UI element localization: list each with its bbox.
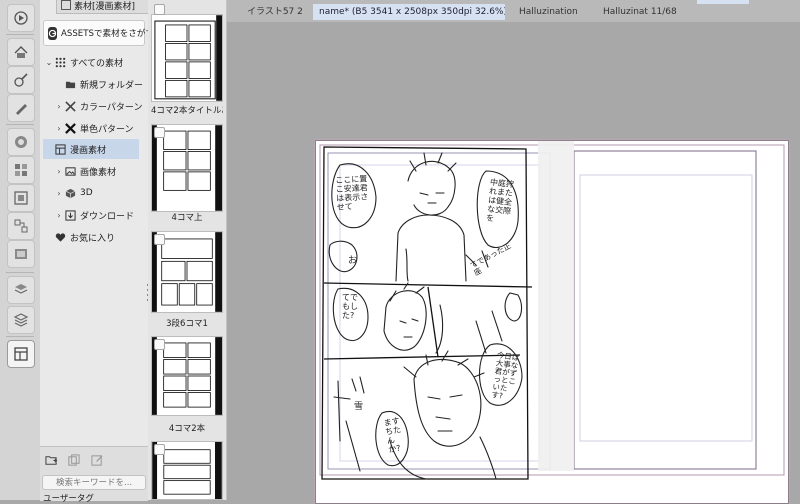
chevron-right-icon[interactable]: › [54,211,64,220]
tab-highlight [697,0,749,4]
tree-node-image-material[interactable]: › 画像素材 [54,161,148,181]
chevron-right-icon[interactable]: › [54,167,64,176]
thumbnail-label: 4コマ2本 [168,424,206,434]
thumbnail-checkbox[interactable] [154,127,165,138]
layer-property-icon[interactable] [7,276,35,304]
brush-settings-icon[interactable] [7,66,35,94]
assets-button-label: ASSETSで素材をさがす [61,29,155,39]
tree-node-new-folder[interactable]: 新規フォルダー [54,74,148,94]
user-tag-label: ユーザータグ [43,494,94,504]
color-circle-icon[interactable] [7,128,35,156]
layer-icon[interactable] [7,306,35,334]
tree-node-label: 漫画素材 [70,145,107,156]
material-tree-panel: 素材[漫画素材] ASSETSで素材をさがす ⌄ すべての素材 新規フォルダー … [40,0,176,504]
speech-balloon-text: ここに置こ安達君は表示させて [335,174,369,212]
speech-balloon-text: 中庭狩れまたは健全な交際を [485,177,515,224]
edit-icon[interactable] [90,453,104,467]
speech-balloon-text: てでもした? [342,293,358,320]
color-set-icon[interactable] [7,156,35,184]
chevron-right-icon[interactable]: › [54,189,64,198]
thumbnail-checkbox[interactable] [154,444,165,455]
tree-node-mono-pattern[interactable]: › 単色パターン [54,118,148,138]
copy-folder-icon[interactable] [66,453,80,467]
tree-node-3d[interactable]: › 3D [54,183,148,203]
tree-bottom-bar: 検索キーワードを... ユーザータグ [40,446,148,504]
heart-icon [54,231,67,244]
material-tab-icon [61,0,71,10]
chevron-right-icon[interactable]: › [54,124,64,133]
color-history-icon[interactable] [7,240,35,268]
document-tab-bar: イラスト57 2 name* (B5 3541 x 2508px 350dpi … [227,0,800,23]
assets-logo-icon [48,26,57,40]
keyword-search-input[interactable]: 検索キーワードを... [42,475,146,490]
manga-page-canvas[interactable]: ここに置こ安達君は表示させて 中庭狩れまたは健全な交際を てであった正座 てでも… [315,140,789,504]
palette-icon[interactable] [7,38,35,66]
tree-node-label: 新規フォルダー [80,80,144,91]
color-pattern-icon [64,100,77,113]
pen-tool-icon[interactable] [7,94,35,122]
navigator-icon[interactable] [7,4,35,32]
tree-node-label: お気に入り [70,233,116,244]
tab-name-document[interactable]: name* (B5 3541 x 2508px 350dpi 32.6%) [313,4,505,20]
tab-halluzination-2[interactable]: Halluzinat 11/68 [597,4,697,20]
download-icon [64,209,77,222]
canvas-workspace[interactable]: ここに置こ安達君は表示させて 中庭狩れまたは健全な交際を てであった正座 てでも… [227,22,800,504]
thumbnail-label: 4コマ2本タイトルあり [151,106,223,116]
tree-node-label: 画像素材 [80,167,117,178]
mono-pattern-icon [64,122,77,135]
approximate-color-icon[interactable] [7,212,35,240]
new-folder-icon[interactable] [44,453,58,467]
material-tab-label: 素材[漫画素材] [74,2,136,12]
tree-node-manga-material[interactable]: 漫画素材 [43,139,139,159]
thumbnail-checkbox[interactable] [154,234,165,245]
tree-node-label: カラーパターン [80,102,143,113]
material-panel-icon[interactable] [7,340,35,368]
tree-node-label: 単色パターン [80,124,134,135]
material-thumbnail-list: 4コマ2本タイトルあり 4コマ上 [148,0,227,500]
tool-strip [0,0,41,500]
thumbnail-checkbox[interactable] [154,4,165,15]
tree-node-label: 3D [80,188,93,198]
thumbnail-label: 4コマ上 [171,213,203,223]
tree-node-download[interactable]: › ダウンロード [54,205,148,225]
tree-node-color-pattern[interactable]: › カラーパターン [54,96,148,116]
tree-node-all-materials[interactable]: ⌄ すべての素材 [44,52,148,72]
image-icon [64,165,77,178]
thumbnail-label: 3段6コマ1 [166,319,208,329]
assets-search-button[interactable]: ASSETSで素材をさがす [43,20,154,46]
tree-node-favorites[interactable]: お気に入り [44,227,148,247]
tab-halluzination[interactable]: Halluzination [513,4,593,20]
chevron-right-icon[interactable]: › [54,102,64,111]
thumbnail-preview [151,14,223,102]
thumbnail-checkbox[interactable] [154,339,165,350]
manga-material-icon [54,143,67,156]
folder-icon [64,78,77,91]
tree-node-label: ダウンロード [80,211,135,222]
speech-balloon-text: 雪 [354,402,364,412]
chevron-down-icon[interactable]: ⌄ [44,58,54,67]
tree-node-label: すべての素材 [70,58,124,69]
speech-balloon-text: お [348,256,358,266]
intermediate-color-icon[interactable] [7,184,35,212]
cube-icon [64,187,77,200]
all-materials-icon [54,56,67,69]
